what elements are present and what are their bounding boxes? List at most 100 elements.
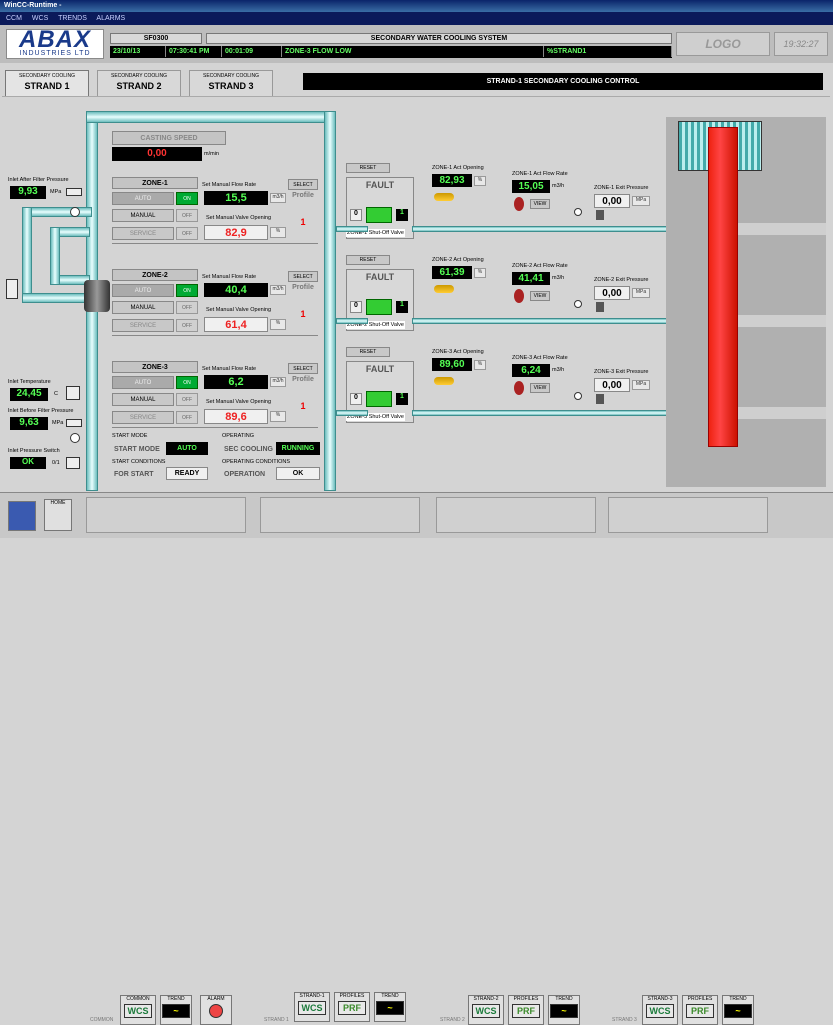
shutoff-valve-icon[interactable] bbox=[366, 391, 392, 407]
pipe-inlet-vertical bbox=[22, 207, 32, 303]
pressure-gauge-icon bbox=[70, 207, 80, 217]
zone-1-service-off: OFF bbox=[176, 227, 198, 240]
strand1-profiles-button[interactable]: PROFILES PRF bbox=[334, 992, 370, 1022]
menu-alarms[interactable]: ALARMS bbox=[96, 15, 125, 22]
zone-2-service-button[interactable]: SERVICE bbox=[112, 319, 174, 332]
page-title: STRAND-1 SECONDARY COOLING CONTROL bbox=[303, 73, 823, 90]
system-title: SECONDARY WATER COOLING SYSTEM bbox=[206, 33, 672, 44]
zone-2-fault-label: FAULT bbox=[365, 272, 395, 282]
zone-2-flow-setpoint[interactable]: 40,4 bbox=[204, 283, 268, 297]
zone-2-reset-button[interactable]: RESET bbox=[346, 255, 390, 265]
zone-2-pipe-a bbox=[336, 318, 368, 324]
strand2-wcs-button[interactable]: STRAND-2 WCS bbox=[468, 995, 504, 1025]
zone-1-select-button[interactable]: SELECT bbox=[288, 179, 318, 190]
zone-3-pipe-b bbox=[412, 410, 670, 416]
zone-3-flow-unit: m3/h bbox=[270, 377, 286, 387]
zone-3-exit-unit: MPa bbox=[632, 380, 650, 390]
trend-icon: ~ bbox=[376, 1001, 404, 1015]
shutoff-valve-icon[interactable] bbox=[366, 207, 392, 223]
strand-icon bbox=[708, 127, 738, 447]
filter-icon bbox=[84, 280, 110, 312]
tab-strand-2[interactable]: SECONDARY COOLING STRAND 2 bbox=[97, 70, 181, 96]
common-trend-button[interactable]: TREND ~ bbox=[160, 995, 192, 1025]
strand3-profiles-button[interactable]: PROFILES PRF bbox=[682, 995, 718, 1025]
temp-label: Inlet Temperature bbox=[8, 379, 51, 385]
tab-strand-1[interactable]: SECONDARY COOLING STRAND 1 bbox=[5, 70, 89, 96]
exit-button[interactable] bbox=[8, 501, 36, 531]
date-display: 23/10/13 bbox=[110, 46, 166, 57]
home-button[interactable]: HOME bbox=[44, 499, 72, 531]
zone-1-valve-label: Set Manual Valve Opening bbox=[206, 215, 272, 221]
zone-2-act-opening: 61,39 bbox=[432, 266, 472, 279]
zone-2-valve-setpoint[interactable]: 61,4 bbox=[204, 317, 268, 332]
zone-2-auto-button[interactable]: AUTO bbox=[112, 284, 174, 297]
zone-2-profile-label: Profile bbox=[292, 284, 314, 291]
zone-2-act-opening-unit: % bbox=[474, 268, 486, 278]
zone-3-act-flow-unit: m3/h bbox=[552, 367, 565, 373]
zone-1-service-button[interactable]: SERVICE bbox=[112, 227, 174, 240]
zone-3-manual-button[interactable]: MANUAL bbox=[112, 393, 174, 406]
zone-1-title: ZONE-1 bbox=[112, 177, 198, 189]
zone-3-act-flow-label: ZONE-3 Act Flow Rate bbox=[512, 355, 568, 361]
zone-3-fault-label: FAULT bbox=[365, 364, 395, 374]
zone-1-act-opening-label: ZONE-1 Act Opening bbox=[432, 165, 484, 171]
alarm-icon bbox=[209, 1004, 223, 1018]
strand1-wcs-button[interactable]: STRAND-1 WCS bbox=[294, 992, 330, 1022]
shutoff-valve-icon[interactable] bbox=[366, 299, 392, 315]
zone-1-flow-setpoint[interactable]: 15,5 bbox=[204, 191, 268, 205]
menu-bar: CCM WCS TRENDS ALARMS bbox=[0, 12, 833, 25]
zone-3-on-indicator: ON bbox=[176, 376, 198, 389]
tab-strand-3[interactable]: SECONDARY COOLING STRAND 3 bbox=[189, 70, 273, 96]
zone-3-profile-value: 1 bbox=[300, 401, 306, 411]
company-logo: ABAX INDUSTRIES LTD bbox=[6, 28, 104, 59]
common-wcs-button[interactable]: COMMON WCS bbox=[120, 995, 156, 1025]
zone-band-2 bbox=[738, 315, 826, 327]
zone-3-valve-setpoint[interactable]: 89,6 bbox=[204, 409, 268, 424]
strand3-wcs-button[interactable]: STRAND-3 WCS bbox=[642, 995, 678, 1025]
menu-ccm[interactable]: CCM bbox=[6, 15, 22, 22]
zone-3-profile-label: Profile bbox=[292, 376, 314, 383]
zone-3-flow-setpoint[interactable]: 6,2 bbox=[204, 375, 268, 389]
zone-1-valve-setpoint[interactable]: 82,9 bbox=[204, 225, 268, 240]
zone-1-view-button[interactable]: VIEW bbox=[530, 199, 550, 209]
zone-3-act-flow: 6,24 bbox=[512, 364, 550, 377]
zone-2-select-button[interactable]: SELECT bbox=[288, 271, 318, 282]
zone-3-valve-label: Set Manual Valve Opening bbox=[206, 399, 272, 405]
zone-1-reset-button[interactable]: RESET bbox=[346, 163, 390, 173]
zone-3-exit-pressure: 0,00 bbox=[594, 378, 630, 392]
zone-1-manual-button[interactable]: MANUAL bbox=[112, 209, 174, 222]
menu-wcs[interactable]: WCS bbox=[32, 15, 48, 22]
zone-1-exit-pressure: 0,00 bbox=[594, 194, 630, 208]
zone-3-exit-label: ZONE-3 Exit Pressure bbox=[594, 369, 649, 375]
zone-3-reset-button[interactable]: RESET bbox=[346, 347, 390, 357]
flowmeter-icon bbox=[514, 381, 524, 395]
strand-background bbox=[666, 117, 826, 487]
trend-icon: ~ bbox=[550, 1004, 578, 1018]
pipe-filter-vertical bbox=[50, 227, 60, 285]
zone-2-profile-value: 1 bbox=[300, 309, 306, 319]
zone-3-off-indicator: OFF bbox=[176, 393, 198, 406]
zone-1-exit-label: ZONE-1 Exit Pressure bbox=[594, 185, 649, 191]
strand2-profiles-button[interactable]: PROFILES PRF bbox=[508, 995, 544, 1025]
zone-2-manual-button[interactable]: MANUAL bbox=[112, 301, 174, 314]
before-filter-value: 9,63 bbox=[10, 417, 48, 430]
operation-value: OK bbox=[276, 467, 320, 480]
start-mode-header: START MODE bbox=[112, 433, 148, 439]
zone-1-auto-button[interactable]: AUTO bbox=[112, 192, 174, 205]
zone-2-view-button[interactable]: VIEW bbox=[530, 291, 550, 301]
zone-2-flow-unit: m3/h bbox=[270, 285, 286, 295]
common-label: COMMON bbox=[90, 1017, 114, 1023]
strand3-trend-button[interactable]: TREND ~ bbox=[722, 995, 754, 1025]
menu-trends[interactable]: TRENDS bbox=[58, 15, 87, 22]
zone-1-act-opening-unit: % bbox=[474, 176, 486, 186]
zone-3-auto-button[interactable]: AUTO bbox=[112, 376, 174, 389]
strand1-trend-button[interactable]: TREND ~ bbox=[374, 992, 406, 1022]
alarm-button[interactable]: ALARM bbox=[200, 995, 232, 1025]
zone-3-view-button[interactable]: VIEW bbox=[530, 383, 550, 393]
common-group bbox=[86, 497, 246, 533]
zone-2-sv-open: 1 bbox=[396, 301, 408, 313]
strand2-trend-button[interactable]: TREND ~ bbox=[548, 995, 580, 1025]
zone-3-service-button[interactable]: SERVICE bbox=[112, 411, 174, 424]
zone-3-sv-closed: 0 bbox=[350, 393, 362, 405]
zone-3-select-button[interactable]: SELECT bbox=[288, 363, 318, 374]
